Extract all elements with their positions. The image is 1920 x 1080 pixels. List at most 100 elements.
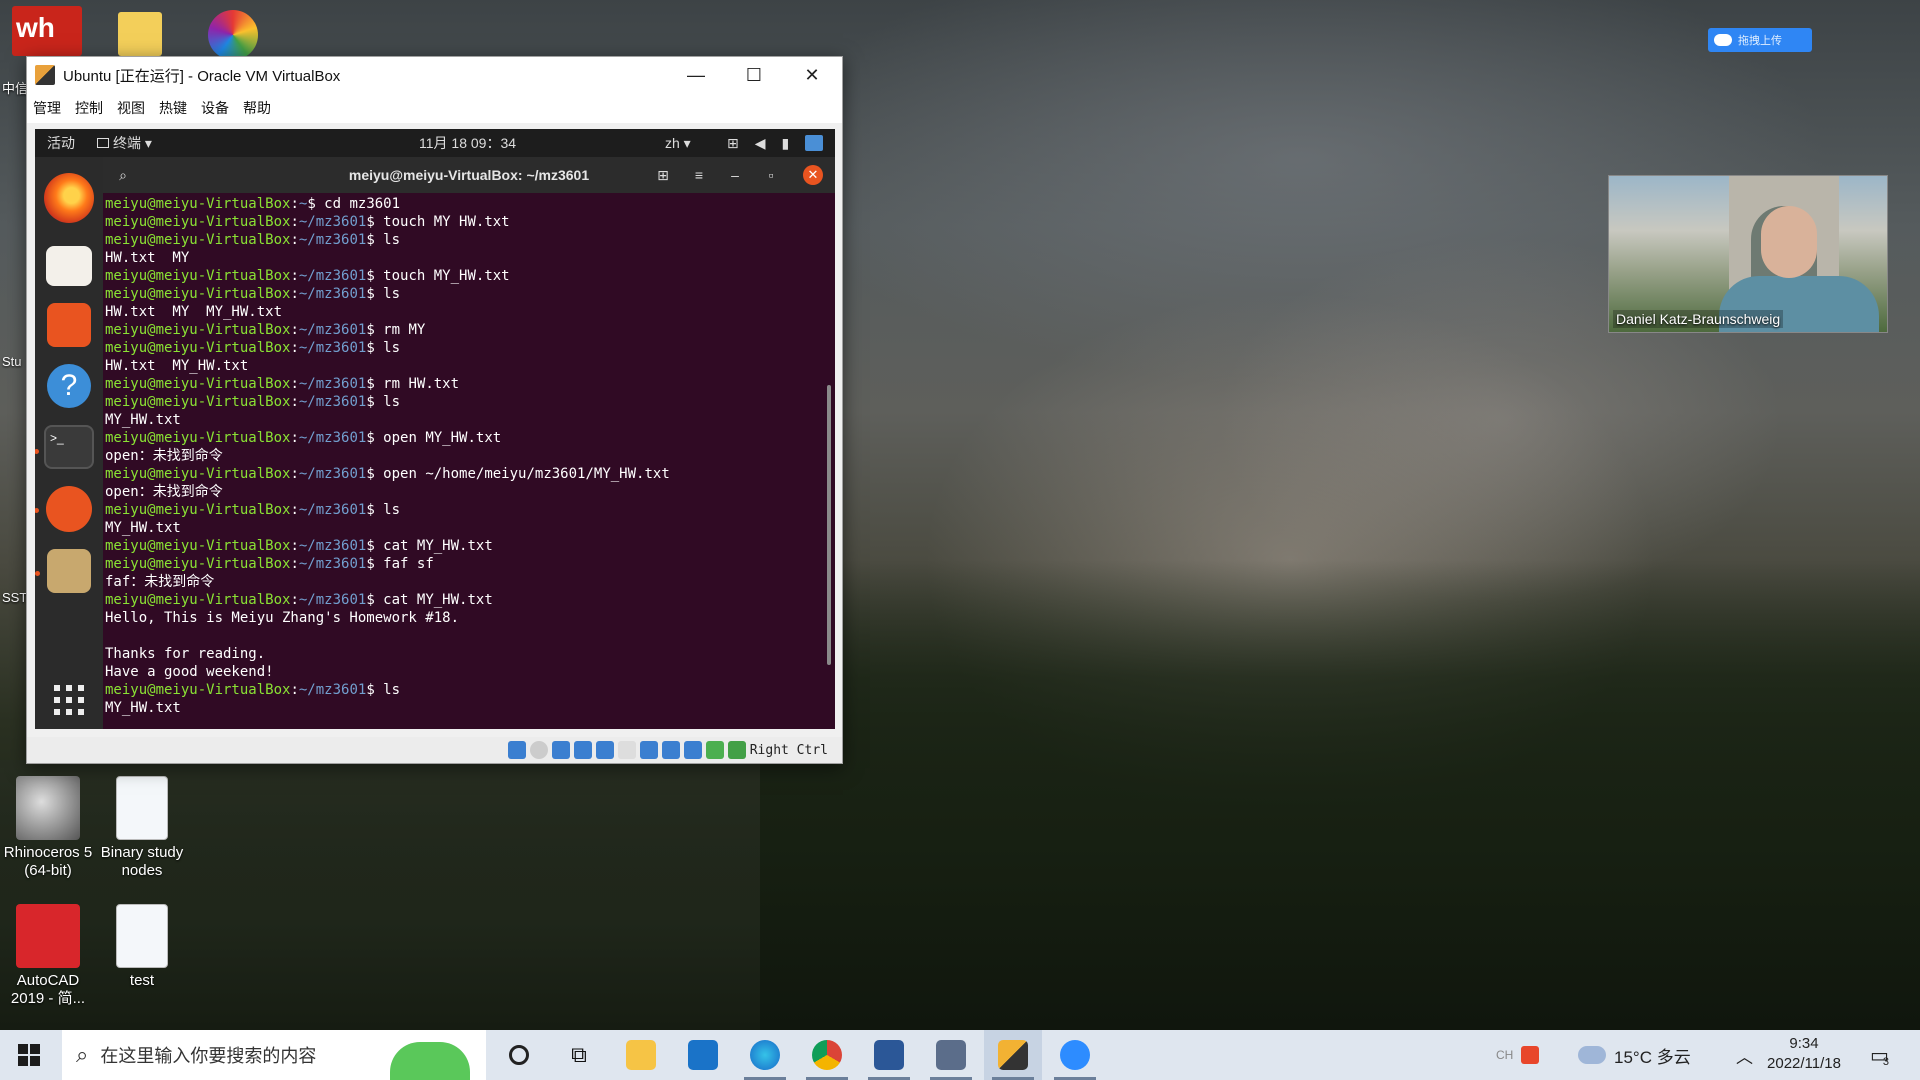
chrome-icon: [812, 1040, 842, 1070]
mouse-integration-icon[interactable]: [705, 741, 724, 759]
show-hidden-icons-button[interactable]: ︿: [1736, 1030, 1753, 1080]
hamburger-menu-icon[interactable]: ≡: [689, 165, 709, 185]
weather-widget[interactable]: 15°C 多云: [1578, 1030, 1691, 1080]
window-title: Ubuntu [正在运行] - Oracle VM VirtualBox: [63, 67, 341, 85]
menu-view[interactable]: 视图: [117, 98, 145, 118]
prompt-colon: :: [290, 196, 299, 212]
menu-help[interactable]: 帮助: [243, 98, 271, 118]
desktop-icon-rhinoceros[interactable]: Rhinoceros 5 (64-bit): [0, 776, 96, 880]
installer-icon[interactable]: [35, 549, 91, 593]
prompt-dollar: $: [366, 394, 384, 410]
restore-icon[interactable]: ▫: [761, 165, 781, 185]
cloud-weather-icon: [1578, 1046, 1606, 1064]
video-participant-tile[interactable]: Daniel Katz-Braunschweig: [1608, 175, 1888, 333]
task-view-button[interactable]: ⧉: [550, 1030, 608, 1080]
maximize-button[interactable]: ☐: [725, 57, 783, 93]
optical-drive-icon[interactable]: [529, 741, 548, 759]
hard-disk-icon[interactable]: [507, 741, 526, 759]
prompt-dollar: $: [366, 340, 384, 356]
terminal-line: meiyu@meiyu-VirtualBox:~$ cd mz3601: [105, 195, 825, 213]
taskbar-chrome[interactable]: [798, 1030, 856, 1080]
taskbar-date: 2022/11/18: [1767, 1055, 1841, 1072]
gnome-clock[interactable]: 11月 18 09：34: [419, 133, 516, 153]
menu-hotkey[interactable]: 热键: [159, 98, 187, 118]
desktop-icon-partial-folder[interactable]: [118, 12, 162, 56]
ime-indicator[interactable]: CH: [1496, 1030, 1540, 1080]
shared-folders-icon[interactable]: [617, 741, 636, 759]
running-indicator: [35, 508, 39, 513]
taskbar-search-box[interactable]: ⌕ 在这里输入你要搜索的内容: [62, 1030, 486, 1080]
menu-manage[interactable]: 管理: [33, 98, 61, 118]
start-button[interactable]: [0, 1030, 58, 1080]
prompt-path: ~/mz3601: [298, 538, 367, 554]
files-icon[interactable]: [46, 246, 92, 286]
help-icon[interactable]: ?: [47, 364, 91, 408]
search-placeholder: 在这里输入你要搜索的内容: [100, 1046, 317, 1066]
prompt-dollar: $: [366, 322, 384, 338]
minimize-button[interactable]: —: [667, 57, 725, 93]
terminal-app-menu[interactable]: 终端 ▾: [97, 133, 152, 153]
prompt-path: ~/mz3601: [298, 394, 367, 410]
taskbar-file-explorer[interactable]: [612, 1030, 670, 1080]
display-icon[interactable]: [639, 741, 658, 759]
terminal-window[interactable]: ⌕ meiyu@meiyu-VirtualBox: ~/mz3601 ⊞ ≡ –…: [103, 157, 835, 729]
prompt-user: meiyu@meiyu-VirtualBox: [105, 322, 291, 338]
taskbar-virtualbox-vm[interactable]: [984, 1030, 1042, 1080]
desktop-icon-partial-flower[interactable]: [208, 10, 258, 60]
cpu-icon[interactable]: [683, 741, 702, 759]
desktop-icon-label: AutoCAD 2019 - 简...: [10, 972, 86, 1007]
virtualbox-vm-icon: [998, 1040, 1028, 1070]
cortana-button[interactable]: [490, 1030, 548, 1080]
taskbar-edge[interactable]: [736, 1030, 794, 1080]
terminal-line: HW.txt MY: [105, 249, 825, 267]
command-text: rm MY: [383, 322, 426, 338]
network-adapter-icon[interactable]: [573, 741, 592, 759]
desktop-icon-autocad[interactable]: AutoCAD 2019 - 简...: [0, 904, 96, 1008]
recording-icon[interactable]: [661, 741, 680, 759]
firefox-icon[interactable]: [44, 173, 94, 223]
taskbar-zoom[interactable]: [1046, 1030, 1104, 1080]
taskbar-virtualbox-manager[interactable]: [922, 1030, 980, 1080]
prompt-colon: :: [290, 394, 299, 410]
terminal-icon[interactable]: >_: [35, 425, 94, 469]
ubuntu-guest-screen[interactable]: 活动 终端 ▾ 11月 18 09：34 zh ▾ ⊞ ◀ ▮ ? >_ ⌕ m…: [35, 129, 835, 729]
baidu-upload-label: 拖拽上传: [1738, 35, 1782, 47]
terminal-headerbar[interactable]: ⌕ meiyu@meiyu-VirtualBox: ~/mz3601 ⊞ ≡ –…: [103, 157, 835, 193]
virtualbox-window[interactable]: Ubuntu [正在运行] - Oracle VM VirtualBox — ☐…: [26, 56, 843, 764]
taskbar-word[interactable]: [860, 1030, 918, 1080]
action-center-button[interactable]: ▭ 3: [1870, 1030, 1889, 1080]
keyboard-capture-icon[interactable]: [727, 741, 746, 759]
desktop-icon-label: Rhinoceros 5 (64-bit): [3, 844, 93, 879]
new-tab-icon[interactable]: ⊞: [653, 165, 673, 185]
prompt-colon: :: [290, 466, 299, 482]
prompt-path: ~/mz3601: [298, 232, 367, 248]
terminal-scrollbar[interactable]: [827, 385, 831, 665]
terminal-output[interactable]: meiyu@meiyu-VirtualBox:~$ cd mz3601 meiyu…: [105, 195, 825, 729]
windows-taskbar: ⌕ 在这里输入你要搜索的内容 ⧉ CH 15°C 多云 ︿ 9:34 2022/…: [0, 1030, 1920, 1080]
desktop-icon-binary-study-nodes[interactable]: Binary study nodes: [94, 776, 190, 880]
menu-devices[interactable]: 设备: [201, 98, 229, 118]
virtualbox-menubar: 管理 控制 视图 热键 设备 帮助: [27, 93, 842, 123]
virtualbox-titlebar[interactable]: Ubuntu [正在运行] - Oracle VM VirtualBox — ☐…: [27, 57, 842, 93]
software-center-icon[interactable]: [47, 303, 91, 347]
taskbar-mail[interactable]: [674, 1030, 732, 1080]
ubuntu-settings-icon[interactable]: [35, 486, 92, 532]
desktop-icon-partial-wh[interactable]: wh: [12, 6, 82, 56]
virtualbox-app-icon: [35, 65, 55, 85]
minimize-icon[interactable]: –: [725, 165, 745, 185]
system-tray[interactable]: ⊞ ◀ ▮: [727, 134, 824, 152]
usb-icon[interactable]: [595, 741, 614, 759]
command-text: ls: [383, 502, 401, 518]
audio-icon[interactable]: [551, 741, 570, 759]
taskbar-clock[interactable]: 9:34 2022/11/18: [1762, 1034, 1846, 1074]
input-language-menu[interactable]: zh ▾: [665, 135, 691, 152]
command-output: Thanks for reading.: [105, 646, 266, 662]
close-button[interactable]: ✕: [783, 57, 841, 93]
menu-control[interactable]: 控制: [75, 98, 103, 118]
prompt-path: ~/mz3601: [298, 430, 367, 446]
close-icon[interactable]: ✕: [803, 165, 823, 185]
baidu-upload-button[interactable]: 拖拽上传: [1708, 28, 1812, 52]
desktop-icon-test[interactable]: test: [94, 904, 190, 990]
show-applications-icon[interactable]: [54, 685, 84, 715]
activities-button[interactable]: 活动: [47, 133, 75, 153]
